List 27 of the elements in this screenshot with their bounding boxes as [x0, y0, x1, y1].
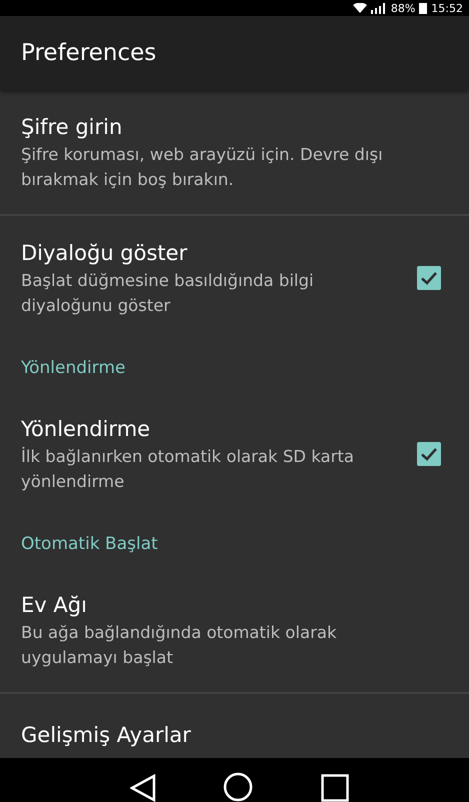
battery-icon	[419, 2, 428, 14]
preference-title: Gelişmiş Ayarlar	[21, 722, 192, 749]
preference-item[interactable]: Gelişmiş Ayarlar	[0, 694, 469, 758]
wifi-icon	[352, 3, 367, 13]
clock: 15:52	[431, 2, 463, 14]
checkbox[interactable]	[417, 442, 441, 466]
preference-item[interactable]: Yönlendirme İlk bağlanırken otomatik olarak SD karta yönlendirme	[0, 392, 469, 516]
preference-title: Yönlendirme	[21, 416, 152, 443]
preference-title: Şifre girin	[21, 114, 124, 141]
preference-item[interactable]: Şifre girin Şifre koruması, web arayüzü için. Devre dışı bırakmak için boş bırakın.	[0, 90, 469, 214]
checkbox[interactable]	[417, 266, 441, 290]
preference-item[interactable]: Ev Ağı Bu ağa bağlandığında otomatik olarak uygulamayı başlat	[0, 568, 469, 692]
signal-icon	[370, 2, 387, 14]
preference-summary: Bu ağa bağlandığında otomatik olarak uygulamayı başlat	[21, 622, 338, 669]
preference-item[interactable]: Diyaloğu göster Başlat düğmesine basıldığında bilgi diyaloğunu göster	[0, 216, 469, 340]
category-header: Otomatik Başlat	[20, 533, 159, 556]
back-icon[interactable]	[130, 774, 156, 802]
recents-icon[interactable]	[321, 774, 350, 802]
screen-title: Preferences	[21, 40, 156, 66]
home-icon[interactable]	[223, 772, 254, 802]
battery-level: 88%	[390, 2, 416, 14]
preference-summary: İlk bağlanırken otomatik olarak SD karta yönlendirme	[21, 446, 355, 493]
preference-title: Diyaloğu göster	[21, 240, 188, 267]
preference-title: Ev Ağı	[21, 592, 88, 619]
preference-summary: Başlat düğmesine basıldığında bilgi diyaloğunu göster	[21, 270, 315, 317]
category-header: Yönlendirme	[20, 357, 126, 380]
preference-summary: Şifre koruması, web arayüzü için. Devre dışı bırakmak için boş bırakın.	[21, 144, 384, 191]
